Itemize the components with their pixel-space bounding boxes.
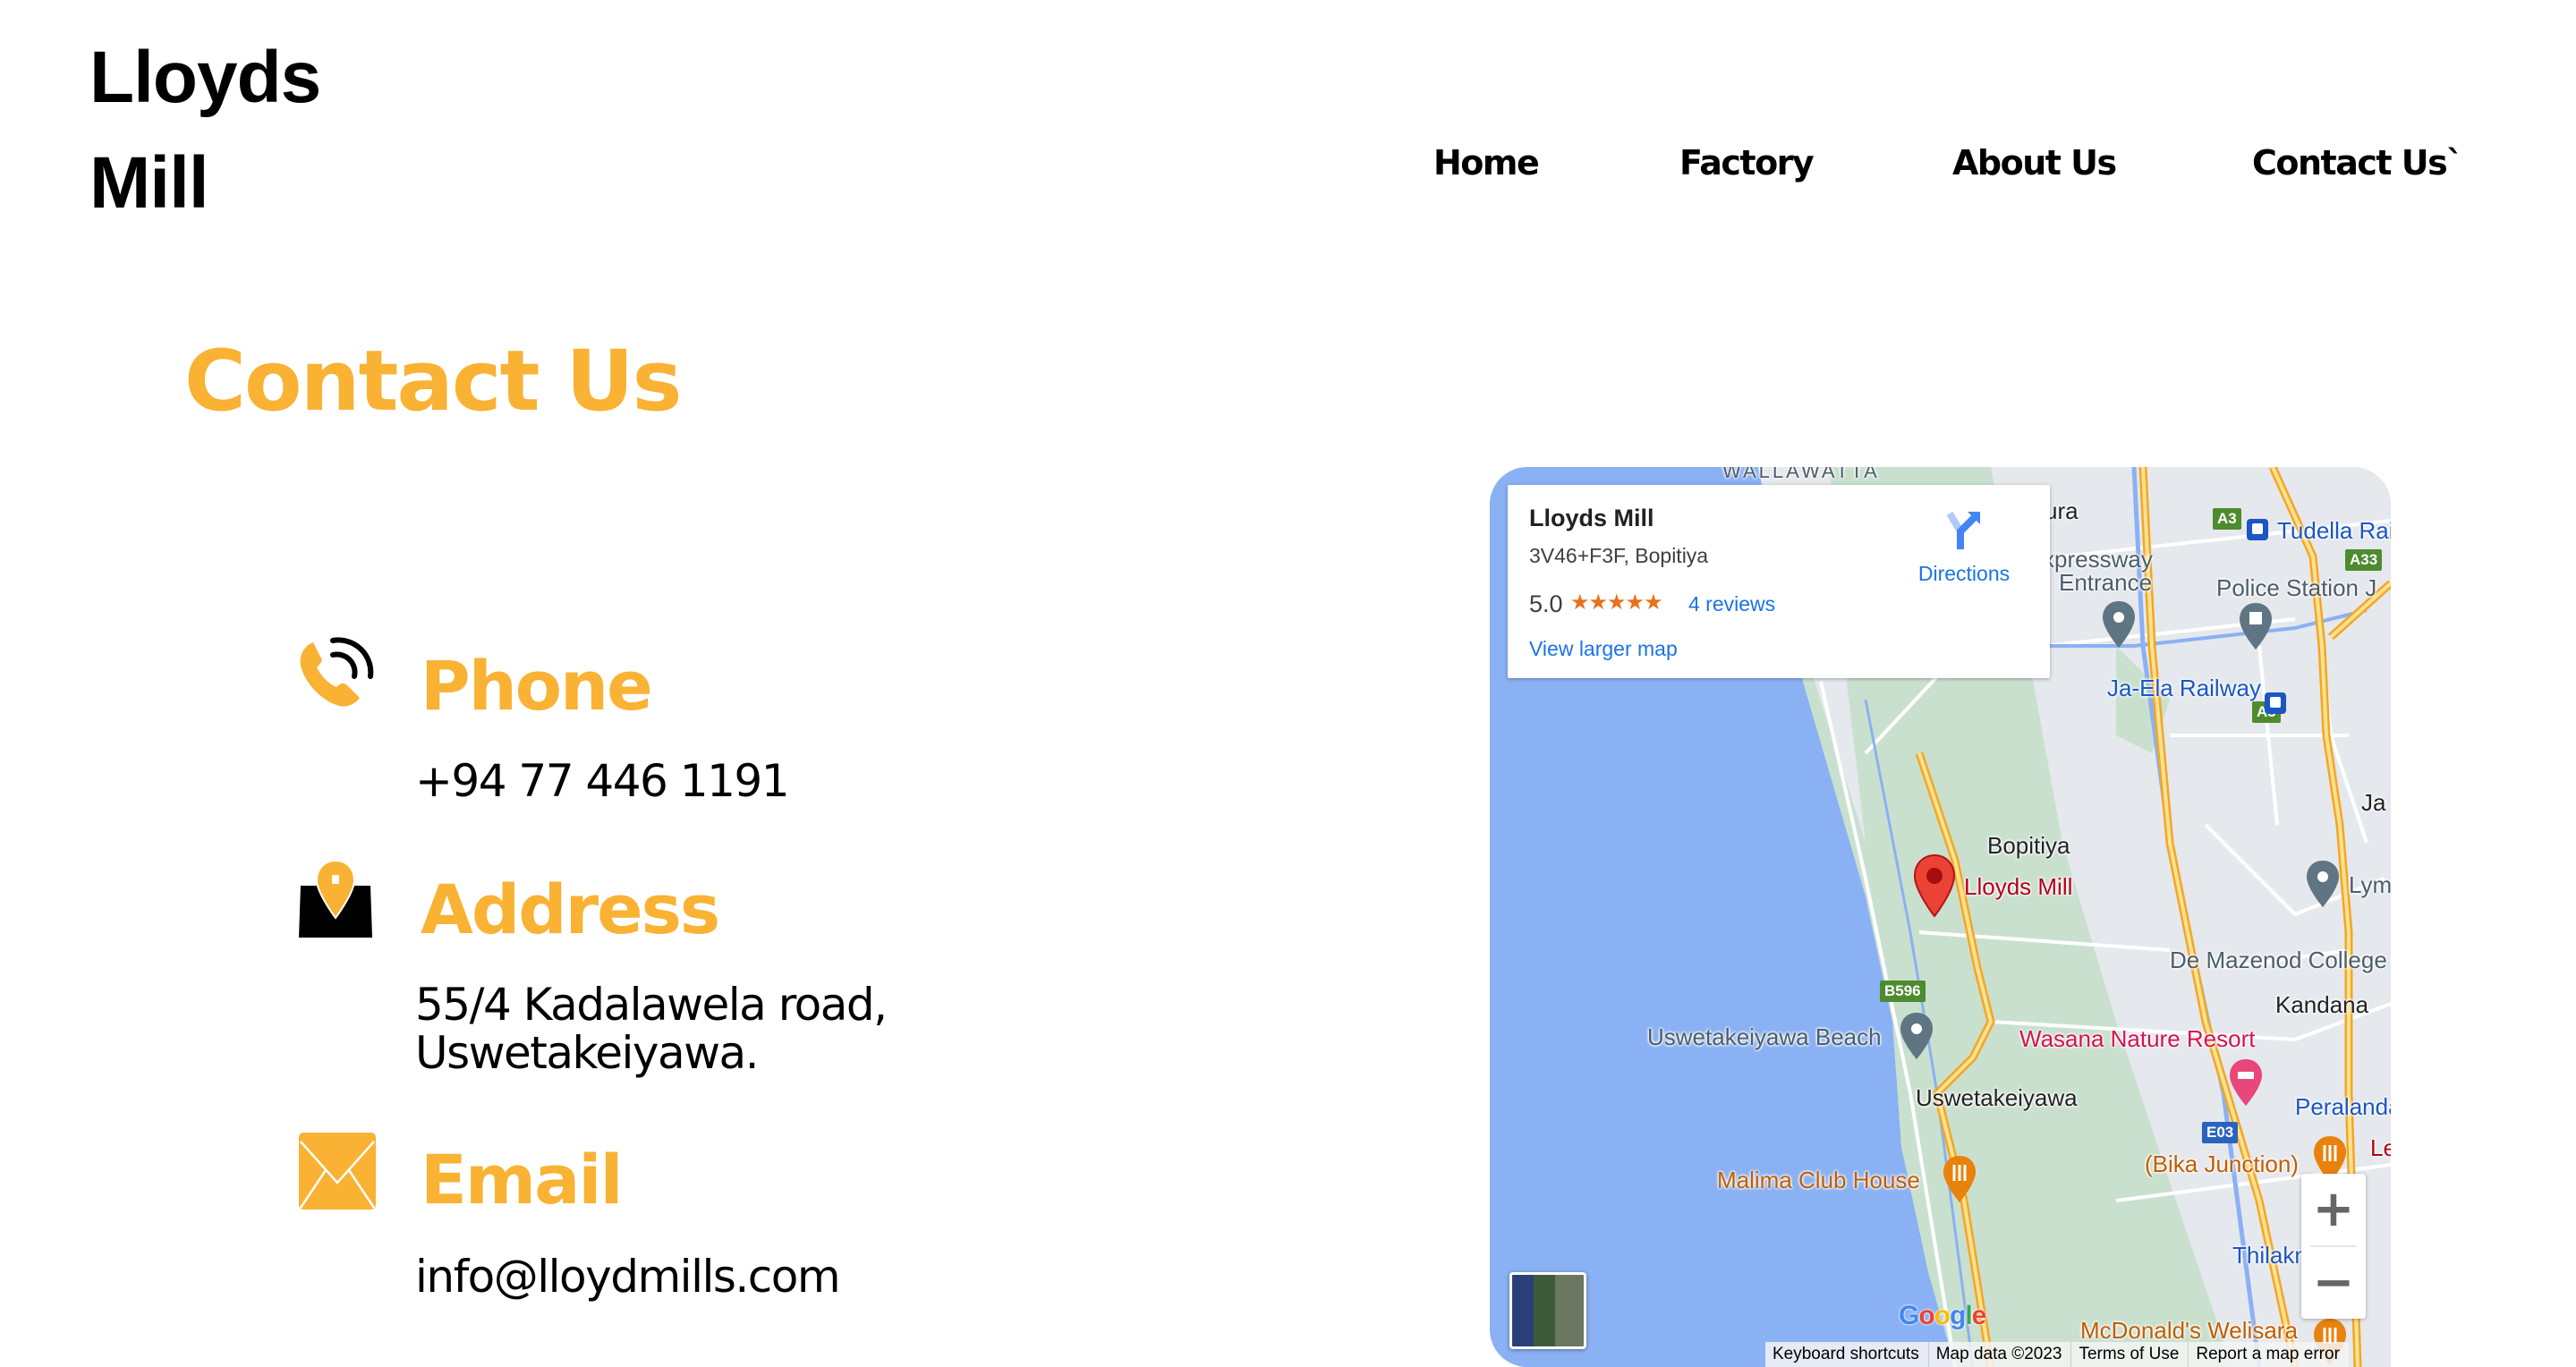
report-map-error-link[interactable]: Report a map error (2188, 1342, 2349, 1367)
lloyds-mill-marker-icon[interactable] (1912, 853, 1957, 918)
hotel-marker-icon[interactable] (2227, 1057, 2265, 1108)
map-label-thilakn[interactable]: Thilakn (2232, 1242, 2308, 1269)
map-label-uswetakeiyawa: Uswetakeiyawa (1916, 1084, 2078, 1111)
map-label-tudella[interactable]: Tudella Rai (2277, 517, 2391, 545)
logo-line-1: Lloyds (89, 37, 321, 118)
road-shield-e03: E03 (2202, 1122, 2239, 1143)
directions-label: Directions (1917, 562, 2011, 585)
map-label-lym[interactable]: Lym (2349, 871, 2391, 899)
road-shield-a33: A33 (2345, 549, 2383, 571)
main-nav: Home Factory About Us Contact Us` (0, 143, 2576, 193)
restaurant-marker-icon[interactable] (1941, 1154, 1978, 1204)
train-station-icon-tudella[interactable] (2247, 519, 2268, 540)
map-data-text: Map data ©2023 (1927, 1342, 2071, 1367)
rating-stars-icon: ★★★★★ (1570, 590, 1663, 615)
terms-of-use-link[interactable]: Terms of Use (2070, 1342, 2188, 1367)
satellite-view-toggle[interactable] (1509, 1272, 1586, 1349)
map-label-peralanda[interactable]: Peralanda (2295, 1093, 2391, 1121)
address-line-1: 55/4 Kadalawela road, (415, 979, 888, 1031)
place-info-card: Lloyds Mill 3V46+F3F, Bopitiya 5.0 ★★★★★… (1508, 485, 2050, 678)
nav-contact-us[interactable]: Contact Us` (2252, 143, 2463, 183)
zoom-in-button[interactable]: + (2301, 1174, 2366, 1245)
map-label-jaela-railway[interactable]: Ja-Ela Railway (2107, 675, 2261, 702)
beach-marker-icon[interactable] (1898, 1011, 1935, 1061)
map-label-bopitiya: Bopitiya (1987, 832, 2070, 859)
reviews-link[interactable]: 4 reviews (1688, 592, 1775, 616)
map-label-le[interactable]: Le (2370, 1134, 2391, 1162)
email-address[interactable]: info@lloydmills.com (415, 1252, 841, 1301)
map-pin-icon (297, 859, 374, 945)
road-shield-a3-top: A3 (2213, 508, 2241, 530)
train-station-icon[interactable] (2265, 692, 2286, 714)
directions-icon (1946, 511, 1980, 549)
place-name: Lloyds Mill (1529, 505, 1654, 531)
keyboard-shortcuts-link[interactable]: Keyboard shortcuts (1765, 1342, 1928, 1367)
place-plus-code: 3V46+F3F, Bopitiya (1529, 544, 1709, 567)
map-label-wasana[interactable]: Wasana Nature Resort (2019, 1025, 2255, 1053)
phone-number[interactable]: +94 77 446 1191 (415, 757, 790, 805)
envelope-icon (297, 1131, 378, 1215)
embedded-map[interactable]: WALLAWATTA ura xpressway Entrance Tudell… (1490, 467, 2391, 1367)
road-shield-b596: B596 (1880, 981, 1926, 1002)
map-label-wallawatta: WALLAWATTA (1722, 467, 1880, 482)
map-label-beach[interactable]: Uswetakeiyawa Beach (1647, 1023, 1882, 1051)
directions-button[interactable]: Directions (1901, 503, 2027, 592)
police-station-marker-icon[interactable] (2237, 601, 2274, 651)
map-zoom-control: + − (2301, 1174, 2366, 1319)
nav-about-us[interactable]: About Us (1952, 143, 2117, 183)
map-label-mcdonalds[interactable]: McDonald's Welisara (2080, 1317, 2298, 1345)
nav-factory[interactable]: Factory (1679, 143, 1815, 183)
map-label-police-station[interactable]: Police Station J (2216, 574, 2376, 602)
map-label-bika-junction[interactable]: (Bika Junction) (2145, 1150, 2299, 1178)
map-label-ja: Ja (2361, 789, 2386, 816)
expressway-marker-icon[interactable] (2100, 599, 2138, 650)
phone-heading: Phone (421, 646, 653, 726)
address-heading: Address (421, 870, 720, 949)
view-larger-map-link[interactable]: View larger map (1529, 637, 1678, 661)
map-label-entrance: Entrance (2059, 569, 2153, 596)
map-label-malima[interactable]: Malima Club House (1717, 1167, 1920, 1194)
phone-icon (295, 633, 378, 719)
email-heading: Email (421, 1140, 623, 1219)
map-attribution-bar: Keyboard shortcuts Map data ©2023 Terms … (1765, 1342, 2349, 1367)
map-label-de-mazenod[interactable]: De Mazenod College (2170, 947, 2387, 974)
page-title: Contact Us (184, 333, 683, 430)
map-label-kandana: Kandana (2275, 991, 2369, 1018)
lym-marker-icon[interactable] (2304, 859, 2342, 909)
map-label-lloyds-mill[interactable]: Lloyds Mill (1964, 873, 2072, 901)
place-rating: 5.0 (1529, 590, 1563, 617)
zoom-out-button[interactable]: − (2301, 1247, 2366, 1319)
google-logo[interactable]: Google (1899, 1301, 1986, 1331)
address-line-2: Uswetakeiyawa. (415, 1027, 760, 1079)
site-logo[interactable]: Lloyds Mill (89, 25, 321, 236)
nav-home[interactable]: Home (1433, 143, 1540, 183)
